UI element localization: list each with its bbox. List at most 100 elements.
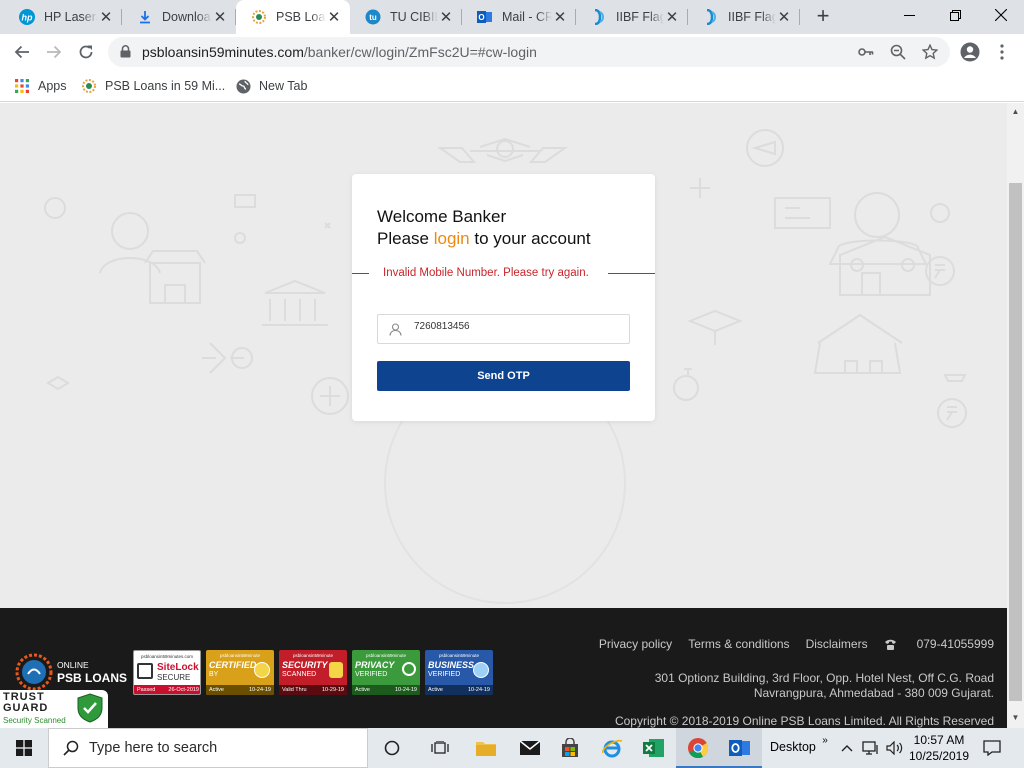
scroll-down-arrow-icon[interactable]: ▼ bbox=[1010, 713, 1021, 724]
toolbar-expand-icon[interactable]: » bbox=[818, 720, 832, 760]
svg-text:tu: tu bbox=[369, 13, 377, 22]
mobile-number-field[interactable] bbox=[377, 314, 630, 344]
badge-date-text: 26-Oct-2019 bbox=[168, 687, 199, 693]
taskbar-search-box[interactable]: Type here to search bbox=[48, 728, 368, 768]
profile-avatar[interactable] bbox=[956, 38, 984, 66]
badge-sub-text: VERIFIED bbox=[428, 671, 461, 678]
business-verified-badge[interactable]: psbloansin59minute BUSINESS VERIFIED Act… bbox=[425, 650, 493, 695]
tab-iibf-flags-2[interactable]: IIBF Flags ✕ bbox=[688, 0, 800, 34]
close-tab-icon[interactable]: ✕ bbox=[552, 8, 568, 26]
address-bar[interactable]: psbloansin59minutes.com/banker/cw/login/… bbox=[108, 37, 950, 67]
disclaimers-link[interactable]: Disclaimers bbox=[806, 637, 868, 651]
badge-date-text: 10-24-19 bbox=[394, 687, 417, 693]
reload-button[interactable] bbox=[72, 38, 100, 66]
scrollbar-thumb[interactable] bbox=[1009, 183, 1022, 701]
tab-downloads[interactable]: Downloa ✕ bbox=[122, 0, 236, 34]
tab-psb-loans[interactable]: PSB Loan ✕ bbox=[236, 0, 350, 34]
chevron-up-icon bbox=[841, 745, 853, 752]
volume-button[interactable] bbox=[884, 728, 906, 768]
tab-title: HP LaserJ bbox=[44, 10, 98, 24]
bookmark-psb-loans[interactable]: PSB Loans in 59 Mi... bbox=[81, 76, 225, 96]
new-tab-button[interactable]: + bbox=[810, 4, 836, 30]
network-button[interactable] bbox=[860, 728, 882, 768]
start-button[interactable] bbox=[0, 728, 48, 768]
action-center-button[interactable] bbox=[980, 728, 1004, 768]
badge-footer-strip: Active 10-24-19 bbox=[352, 685, 420, 695]
forward-arrow-icon bbox=[47, 45, 62, 59]
login-subheading: Please login to your account bbox=[377, 228, 591, 250]
mobile-number-input[interactable] bbox=[414, 321, 614, 332]
bookmark-apps[interactable]: Apps bbox=[14, 76, 67, 96]
excel-icon bbox=[643, 739, 664, 757]
tab-hp-laserjet[interactable]: hp HP LaserJ ✕ bbox=[4, 0, 122, 34]
zoom-icon[interactable] bbox=[888, 42, 908, 62]
bookmark-star-icon[interactable] bbox=[920, 42, 940, 62]
speaker-icon bbox=[886, 741, 903, 755]
security-scanned-badge[interactable]: psbloansin59minute SECURITY SCANNED Vali… bbox=[279, 650, 347, 695]
bookmark-label: Apps bbox=[38, 79, 67, 93]
url-host: psbloansin59minutes.com bbox=[142, 44, 304, 60]
page-scrollbar[interactable]: ▲ ▼ bbox=[1007, 103, 1024, 728]
iibf-icon bbox=[702, 8, 720, 26]
tab-tu-cibil[interactable]: tu TU CIBIL ✕ bbox=[350, 0, 462, 34]
outlook-button[interactable] bbox=[718, 728, 762, 768]
psb-icon bbox=[250, 8, 268, 26]
back-button[interactable] bbox=[8, 38, 36, 66]
show-hidden-icons-button[interactable] bbox=[838, 728, 856, 768]
send-otp-button[interactable]: Send OTP bbox=[377, 361, 630, 391]
terms-conditions-link[interactable]: Terms & conditions bbox=[688, 637, 789, 651]
close-tab-icon[interactable]: ✕ bbox=[438, 8, 454, 26]
tab-mail[interactable]: O Mail - CR ✕ bbox=[462, 0, 576, 34]
logo-text-psb-loans: PSB LOANS bbox=[57, 671, 128, 685]
mail-app-button[interactable] bbox=[508, 728, 552, 768]
desktop-toolbar-label[interactable]: Desktop bbox=[770, 740, 816, 754]
trust-guard-badge[interactable]: TRUST GUARD Security Scanned bbox=[0, 690, 108, 728]
forward-button[interactable] bbox=[40, 38, 68, 66]
globe-icon bbox=[235, 78, 251, 94]
close-tab-icon[interactable]: ✕ bbox=[98, 8, 114, 26]
internet-explorer-button[interactable] bbox=[590, 728, 634, 768]
iibf-icon bbox=[590, 8, 608, 26]
store-button[interactable] bbox=[548, 728, 592, 768]
close-icon bbox=[995, 9, 1007, 21]
file-explorer-button[interactable] bbox=[464, 728, 508, 768]
url-text[interactable]: psbloansin59minutes.com/banker/cw/login/… bbox=[142, 44, 537, 60]
badge-sub-text: VERIFIED bbox=[355, 671, 388, 678]
close-tab-icon[interactable]: ✕ bbox=[776, 8, 792, 26]
globe-check-icon bbox=[473, 662, 489, 678]
svg-text:O: O bbox=[478, 13, 484, 22]
badge-top-text: psbloansin59minute bbox=[219, 653, 261, 658]
certified-badge[interactable]: psbloansin59minute CERTIFIED BY Active 10… bbox=[206, 650, 274, 695]
cortana-button[interactable] bbox=[370, 728, 414, 768]
sitelock-badge[interactable]: psbloansin59minutes.com SiteLock SECURE … bbox=[133, 650, 201, 695]
chrome-button[interactable] bbox=[676, 728, 720, 768]
tab-title: IIBF Flags bbox=[616, 10, 664, 24]
tab-iibf-flags-1[interactable]: IIBF Flags ✕ bbox=[576, 0, 688, 34]
lock-icon[interactable] bbox=[120, 45, 131, 63]
phone-number[interactable]: 079-41055999 bbox=[884, 637, 994, 651]
badge-footer-strip: Active 10-24-19 bbox=[206, 685, 274, 695]
tab-title: Mail - CR bbox=[502, 10, 552, 24]
close-tab-icon[interactable]: ✕ bbox=[212, 8, 228, 26]
close-tab-icon[interactable]: ✕ bbox=[326, 8, 342, 26]
excel-button[interactable] bbox=[632, 728, 676, 768]
privacy-policy-link[interactable]: Privacy policy bbox=[599, 637, 672, 651]
folder-icon bbox=[476, 742, 496, 756]
minimize-button[interactable] bbox=[886, 0, 932, 30]
bookmark-label: PSB Loans in 59 Mi... bbox=[105, 79, 226, 93]
badge-sub-text: SECURE bbox=[157, 673, 191, 682]
taskbar-clock[interactable]: 10:57 AM 10/25/2019 bbox=[905, 732, 973, 764]
close-tab-icon[interactable]: ✕ bbox=[664, 8, 680, 26]
badge-footer-strip: Active 10-24-19 bbox=[425, 685, 493, 695]
restore-button[interactable] bbox=[932, 0, 978, 30]
task-view-button[interactable] bbox=[418, 728, 462, 768]
badge-footer-strip: Valid Thru 10-29-19 bbox=[279, 685, 347, 695]
close-window-button[interactable] bbox=[978, 0, 1024, 30]
key-icon[interactable] bbox=[856, 42, 876, 62]
menu-button[interactable] bbox=[988, 38, 1016, 66]
badge-main-text: SiteLock bbox=[157, 662, 199, 673]
internet-explorer-icon bbox=[602, 739, 623, 758]
bookmark-new-tab[interactable]: New Tab bbox=[235, 76, 307, 96]
privacy-verified-badge[interactable]: psbloansin59minute PRIVACY VERIFIED Acti… bbox=[352, 650, 420, 695]
scroll-up-arrow-icon[interactable]: ▲ bbox=[1010, 107, 1021, 118]
